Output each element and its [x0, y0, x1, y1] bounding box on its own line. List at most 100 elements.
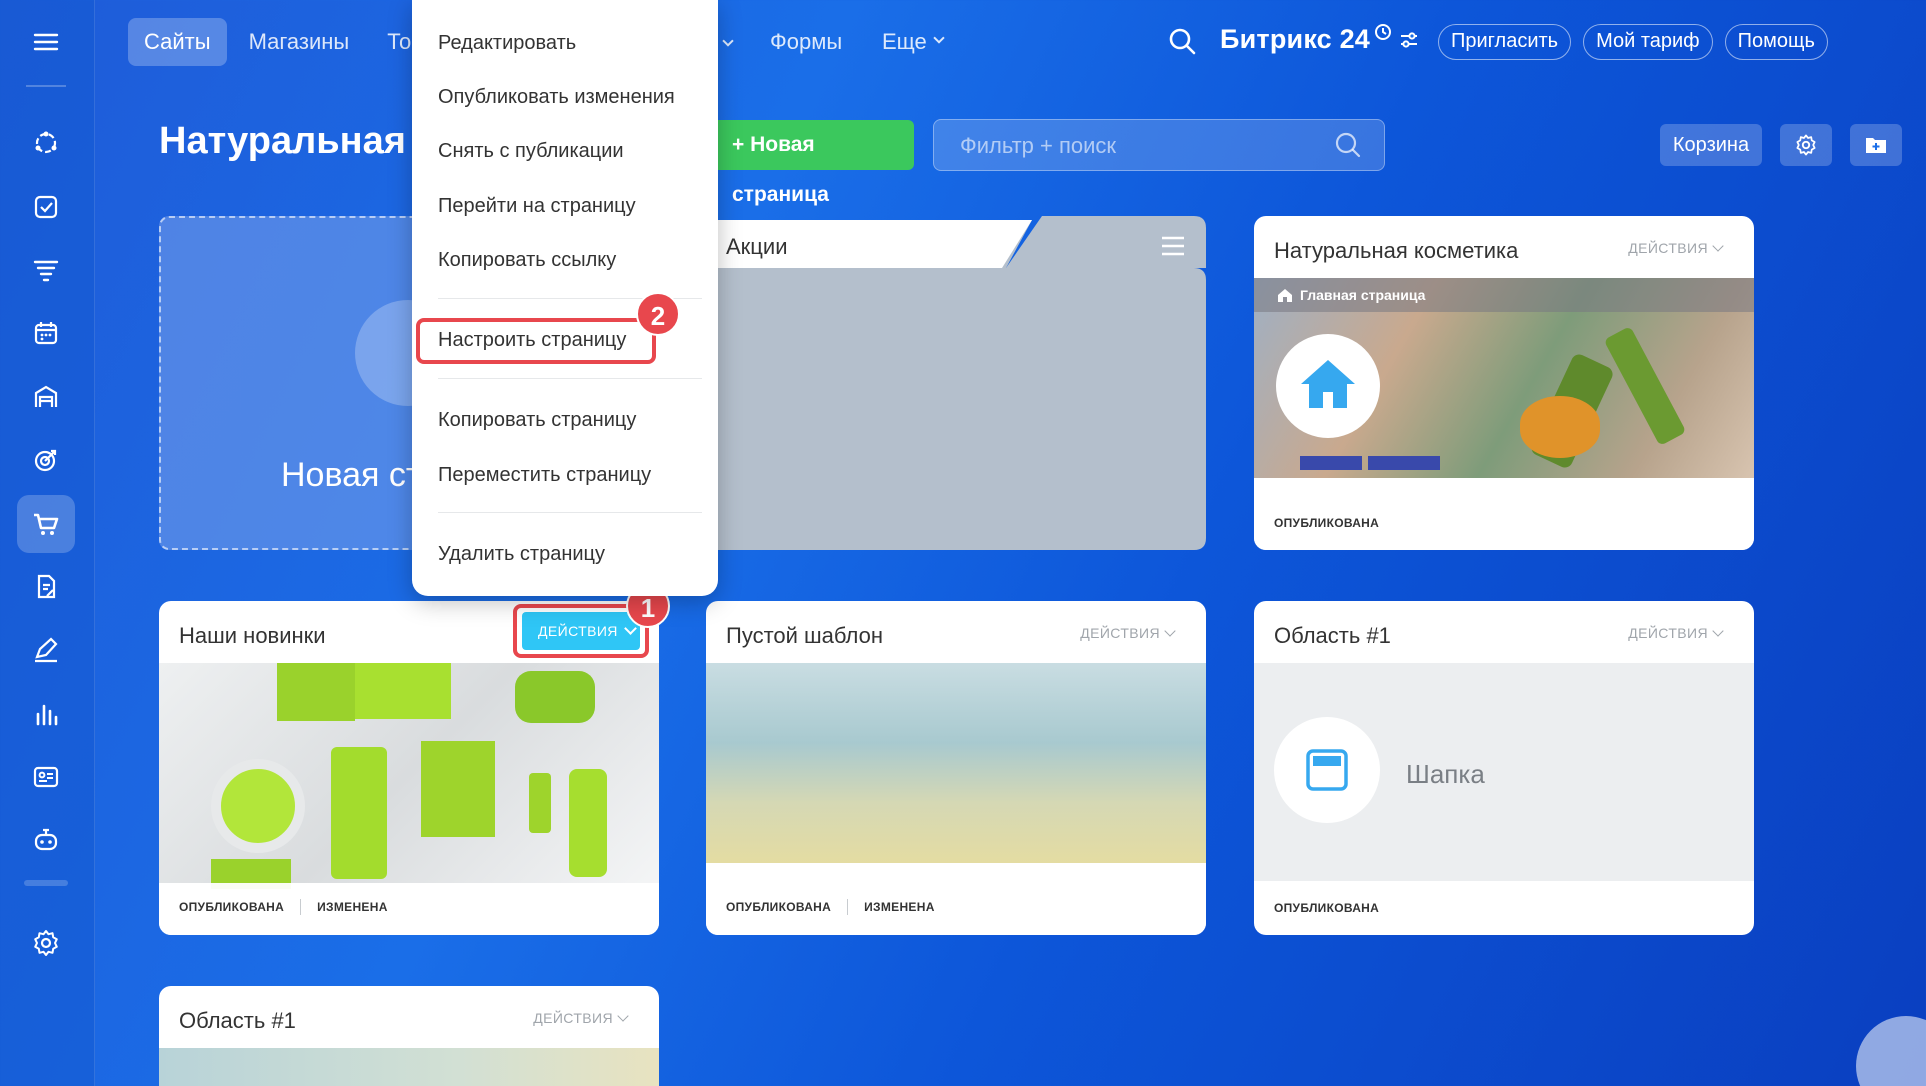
- status-divider: [300, 899, 302, 915]
- card-status: ОПУБЛИКОВАНА: [1274, 901, 1379, 915]
- card-actions-label: ДЕЙСТВИЯ: [1628, 625, 1708, 641]
- site-card-natural-cosmetics[interactable]: Натуральная косметика ДЕЙСТВИЯ Главная с…: [1254, 216, 1754, 550]
- folder-title: Акции: [726, 234, 788, 259]
- sidebar-divider: [24, 880, 68, 886]
- filter-search-input[interactable]: Фильтр + поиск: [933, 119, 1385, 171]
- menu-item-copy-page[interactable]: Копировать страницу: [438, 409, 636, 432]
- site-card-area-1-second[interactable]: Область #1 ДЕЙСТВИЯ: [159, 986, 659, 1086]
- card-actions-button[interactable]: ДЕЙСТВИЯ: [1628, 625, 1724, 641]
- status-published: ОПУБЛИКОВАНА: [179, 900, 285, 914]
- left-sidebar: [0, 0, 95, 1086]
- documents-sign-icon[interactable]: [17, 558, 75, 616]
- tab-more[interactable]: Еще: [866, 18, 959, 66]
- crm-icon[interactable]: [17, 114, 75, 172]
- page-preview-image: [159, 663, 659, 889]
- card-actions-button[interactable]: ДЕЙСТВИЯ: [1080, 625, 1176, 641]
- tab-sites[interactable]: Сайты: [128, 18, 227, 66]
- page-title: Натуральная к: [159, 120, 436, 162]
- shop-cart-icon[interactable]: [17, 495, 75, 553]
- site-card-empty-template[interactable]: Пустой шаблон ДЕЙСТВИЯ ОПУБЛИКОВАНА ИЗМЕ…: [706, 601, 1206, 935]
- sliders-icon[interactable]: [1398, 29, 1420, 51]
- folder-plus-icon: [1866, 138, 1886, 153]
- card-actions-label: ДЕЙСТВИЯ: [1628, 240, 1708, 256]
- tasks-icon[interactable]: [17, 178, 75, 236]
- warehouse-icon[interactable]: [17, 368, 75, 426]
- chevron-down-icon: [722, 35, 734, 47]
- page-preview-image: Главная страница: [1254, 278, 1754, 478]
- menu-burger-icon[interactable]: [17, 13, 75, 71]
- page-preview-image: [706, 663, 1206, 863]
- chevron-down-icon: [1164, 625, 1176, 637]
- clock-icon: [1375, 23, 1392, 40]
- menu-item-unpublish[interactable]: Снять с публикации: [438, 140, 624, 163]
- folder-shape-icon: [706, 216, 1206, 550]
- trash-button[interactable]: Корзина: [1660, 124, 1762, 166]
- chat-bubble-button[interactable]: [1856, 1016, 1926, 1086]
- page-preview-image: Шапка: [1254, 663, 1754, 881]
- search-icon[interactable]: [1168, 27, 1198, 62]
- my-tariff-button[interactable]: Мой тариф: [1583, 24, 1713, 60]
- status-published: ОПУБЛИКОВАНА: [726, 900, 832, 914]
- contact-center-icon[interactable]: [17, 748, 75, 806]
- robot-bot-icon[interactable]: [17, 811, 75, 869]
- chevron-down-icon: [1712, 240, 1724, 252]
- calendar-icon[interactable]: [17, 304, 75, 362]
- card-title: Наши новинки: [179, 623, 326, 648]
- chevron-down-icon: [933, 32, 945, 44]
- search-icon: [1335, 132, 1361, 158]
- brand-logo: Битрикс 24: [1220, 23, 1420, 55]
- menu-item-publish-changes[interactable]: Опубликовать изменения: [438, 86, 675, 109]
- gear-icon: [1796, 134, 1816, 156]
- menu-divider: [438, 512, 702, 513]
- card-title: Область #1: [179, 1008, 296, 1033]
- home-page-label: Главная страница: [1300, 287, 1426, 303]
- page-preview-image: [159, 1048, 659, 1086]
- new-page-card-label: Новая ст: [281, 456, 422, 494]
- status-divider: [847, 899, 849, 915]
- marketing-target-icon[interactable]: [17, 431, 75, 489]
- highlight-frame-page-settings: [416, 318, 656, 364]
- new-page-button[interactable]: + Новая страница: [696, 120, 914, 206]
- card-status: ОПУБЛИКОВАНА ИЗМЕНЕНА: [179, 899, 388, 915]
- add-folder-button[interactable]: [1850, 124, 1902, 166]
- card-actions-label: ДЕЙСТВИЯ: [1080, 625, 1160, 641]
- menu-item-copy-link[interactable]: Копировать ссылку: [438, 249, 616, 272]
- status-modified: ИЗМЕНЕНА: [864, 900, 935, 914]
- status-modified: ИЗМЕНЕНА: [317, 900, 388, 914]
- folder-card-promotions[interactable]: Акции: [706, 216, 1206, 550]
- status-published: ОПУБЛИКОВАНА: [1274, 516, 1380, 530]
- card-actions-button[interactable]: ДЕЙСТВИЯ: [1628, 240, 1724, 256]
- card-status: ОПУБЛИКОВАНА: [1274, 516, 1379, 530]
- step-badge-2: 2: [636, 292, 680, 336]
- settings-gear-icon[interactable]: [17, 914, 75, 972]
- help-button[interactable]: Помощь: [1724, 24, 1828, 60]
- menu-item-move-page[interactable]: Переместить страницу: [438, 464, 651, 487]
- settings-button[interactable]: [1780, 124, 1832, 166]
- card-title: Область #1: [1274, 623, 1391, 648]
- menu-item-delete-page[interactable]: Удалить страницу: [438, 543, 605, 566]
- tab-forms[interactable]: Формы: [754, 18, 858, 66]
- home-icon: [1301, 360, 1355, 408]
- card-actions-button[interactable]: ДЕЙСТВИЯ: [533, 1010, 629, 1026]
- block-label: Шапка: [1406, 759, 1485, 789]
- brand-name: Битрикс 24: [1220, 24, 1371, 54]
- site-card-area-1[interactable]: Область #1 ДЕЙСТВИЯ Шапка ОПУБЛИКОВАНА: [1254, 601, 1754, 935]
- invite-button[interactable]: Пригласить: [1438, 24, 1572, 60]
- analytics-bars-icon[interactable]: [17, 685, 75, 743]
- sites-pen-icon[interactable]: [17, 621, 75, 679]
- header-block-icon: [1306, 749, 1348, 791]
- card-title: Пустой шаблон: [726, 623, 883, 648]
- tab-shops[interactable]: Магазины: [233, 18, 366, 66]
- sales-funnel-icon[interactable]: [17, 241, 75, 299]
- status-published: ОПУБЛИКОВАНА: [1274, 901, 1380, 915]
- card-title: Натуральная косметика: [1274, 238, 1519, 263]
- filter-placeholder: Фильтр + поиск: [960, 133, 1117, 158]
- header-buttons: Пригласить Мой тариф Помощь: [1438, 24, 1828, 60]
- card-actions-label: ДЕЙСТВИЯ: [533, 1010, 613, 1026]
- home-icon: [1278, 289, 1292, 302]
- chevron-down-icon: [617, 1010, 629, 1022]
- menu-divider: [438, 378, 702, 379]
- menu-item-go-to-page[interactable]: Перейти на страницу: [438, 195, 636, 218]
- menu-item-edit[interactable]: Редактировать: [438, 32, 576, 55]
- tab-more-label: Еще: [882, 29, 927, 54]
